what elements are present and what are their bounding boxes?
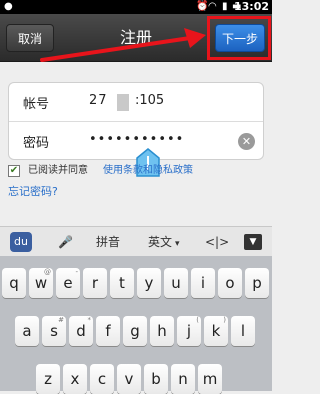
password-input[interactable]: ••••••••••• [89, 132, 184, 147]
key-n[interactable]: n [171, 364, 195, 394]
annotation-arrow-icon [40, 28, 206, 62]
highlight-frame: 下一步 [207, 16, 271, 60]
account-input-tail: :105 [135, 93, 165, 108]
key-z[interactable]: z [36, 364, 60, 394]
status-bar: ● ⏰ ◠ ▮ ▬ 13:02 [0, 0, 272, 14]
alarm-icon: ⏰ [196, 1, 209, 12]
key-s[interactable]: s # [42, 316, 66, 346]
redaction-block [117, 94, 129, 111]
key-b[interactable]: b [144, 364, 168, 394]
soft-keyboard: q w @ e- r t y u i o p a s # d * f g h j( k… [0, 256, 272, 394]
dropdown-icon[interactable]: ▾ [175, 236, 180, 252]
key-j[interactable]: j( [177, 316, 201, 346]
microphone-icon[interactable]: 🎤 [58, 234, 73, 250]
key-r[interactable]: r [83, 268, 107, 298]
key-a[interactable]: a [15, 316, 39, 346]
ime-toolbar: du 🎤 拼音 英文 ▾ <|> ▼ [0, 226, 272, 256]
key-l[interactable]: l [231, 316, 255, 346]
signal-icon: ▮ [222, 1, 228, 12]
ime-english[interactable]: 英文 [148, 234, 172, 250]
next-button[interactable]: 下一步 [215, 24, 265, 52]
ime-pinyin[interactable]: 拼音 [96, 234, 120, 250]
key-y[interactable]: y [137, 268, 161, 298]
forgot-password-link[interactable]: 忘记密码? [8, 184, 58, 200]
cursor-move-icon[interactable]: <|> [205, 234, 229, 250]
key-u[interactable]: u [164, 268, 188, 298]
key-v[interactable]: v [117, 364, 141, 394]
key-k[interactable]: k) [204, 316, 228, 346]
agree-checkbox[interactable]: ✔ [8, 165, 20, 177]
clear-icon[interactable]: ✕ [238, 133, 255, 150]
key-h[interactable]: h [150, 316, 174, 346]
key-t[interactable]: t [110, 268, 134, 298]
key-c[interactable]: c [90, 364, 114, 394]
password-label: 密码 [23, 136, 50, 151]
account-label: 帐号 [23, 97, 50, 112]
app-icon: ● [4, 1, 13, 12]
key-i[interactable]: i [191, 268, 215, 298]
hide-keyboard-icon[interactable]: ▼ [244, 234, 262, 250]
key-g[interactable]: g [123, 316, 147, 346]
key-p[interactable]: p [245, 268, 269, 298]
key-x[interactable]: x [63, 364, 87, 394]
key-q[interactable]: q [2, 268, 26, 298]
account-row[interactable]: 帐号 27 :105 [9, 83, 263, 122]
terms-link[interactable]: 使用条款和隐私政策 [103, 163, 193, 179]
key-f[interactable]: f [96, 316, 120, 346]
clock: 13:02 [233, 0, 269, 13]
key-w[interactable]: w @ [29, 268, 53, 298]
agree-text: 已阅读并同意 [28, 165, 88, 176]
wifi-icon: ◠ [208, 1, 217, 12]
account-input[interactable]: 27 [89, 93, 108, 108]
key-m[interactable]: m [198, 364, 222, 394]
baidu-ime-icon[interactable]: du [10, 232, 32, 252]
key-o[interactable]: o [218, 268, 242, 298]
key-d[interactable]: d * [69, 316, 93, 346]
key-e[interactable]: e- [56, 268, 80, 298]
